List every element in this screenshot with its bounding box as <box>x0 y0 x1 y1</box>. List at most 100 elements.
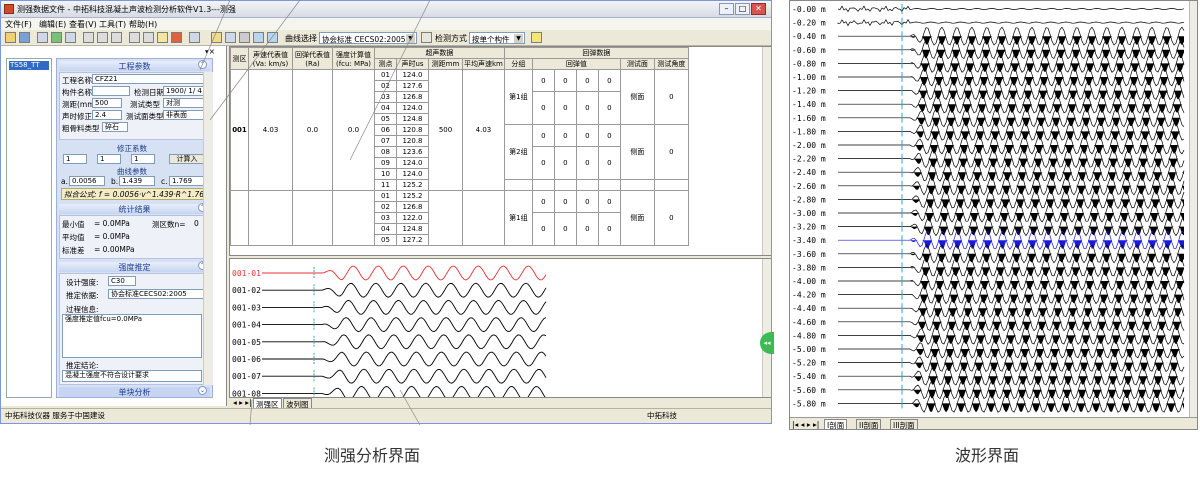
wave-label[interactable]: 001-04 <box>232 321 261 330</box>
wave-label[interactable]: 001-07 <box>232 372 261 381</box>
conclusion-text[interactable]: 混凝土强度不符合设计要求 <box>62 370 202 382</box>
panel-scrollbar[interactable] <box>203 72 213 385</box>
time-cell[interactable]: 124.8 <box>396 113 429 125</box>
waveform-trace[interactable] <box>838 40 1185 60</box>
copy-icon[interactable] <box>97 32 108 43</box>
empty-cell[interactable] <box>462 190 505 246</box>
rebound-value-cell[interactable]: 0 <box>531 124 555 147</box>
doc-icon[interactable] <box>225 32 236 43</box>
wave-label[interactable]: 001-08 <box>232 389 261 398</box>
point-cell[interactable]: 03 <box>374 212 397 224</box>
expand-icon[interactable]: ⌄ <box>198 386 207 395</box>
time-cell[interactable]: 122.0 <box>396 212 429 224</box>
rebound-value-cell[interactable]: 0 <box>575 69 599 92</box>
rebound-value-cell[interactable]: 0 <box>575 212 599 246</box>
folder-icon[interactable] <box>211 32 222 43</box>
time-cell[interactable]: 120.8 <box>396 124 429 136</box>
settings-icon[interactable] <box>157 32 168 43</box>
rebound-value-cell[interactable]: 0 <box>553 124 577 147</box>
time-cell[interactable]: 127.2 <box>396 234 429 246</box>
paste-icon[interactable] <box>111 32 122 43</box>
rebound-value-cell[interactable]: 0 <box>597 190 621 213</box>
process-text[interactable]: 强度推定值fcu=0.0MPa <box>62 314 202 358</box>
time-cell[interactable]: 125.2 <box>396 179 429 191</box>
time-cell[interactable]: 124.0 <box>396 69 429 81</box>
waveform-trace[interactable] <box>838 393 1185 413</box>
empty-cell[interactable] <box>653 179 689 191</box>
menu-file[interactable]: 文件(F) <box>5 19 32 30</box>
waveform-trace[interactable] <box>837 18 1185 27</box>
rebound-value-cell[interactable]: 0 <box>597 212 621 246</box>
empty-cell[interactable] <box>428 190 463 246</box>
date-field[interactable]: 1900/ 1/ 4 <box>163 86 207 96</box>
empty-cell[interactable] <box>619 179 655 191</box>
rebound-value-cell[interactable]: 0 <box>531 212 555 246</box>
time-cell[interactable]: 124.0 <box>396 157 429 169</box>
compute-button[interactable]: 计算入 <box>169 154 205 164</box>
wave-label[interactable]: 001-06 <box>232 355 261 364</box>
empty-cell[interactable] <box>575 179 599 191</box>
angle-cell[interactable]: 0 <box>653 124 689 180</box>
time-cell[interactable]: 126.8 <box>396 91 429 103</box>
point-cell[interactable]: 01 <box>374 190 397 202</box>
strength-cell[interactable]: 0.0 <box>332 69 375 191</box>
mode-select[interactable]: 按单个构件 <box>469 32 525 44</box>
group-cell[interactable] <box>503 179 533 191</box>
tab-nav-icons[interactable]: ◂ ▸ ▸| <box>233 398 252 407</box>
section-block-analysis[interactable]: 单块分析 ⌄ <box>59 386 210 397</box>
point-cell[interactable]: 06 <box>374 124 397 136</box>
waveform-trace[interactable] <box>838 135 1185 155</box>
menu-help[interactable]: 帮助(H) <box>129 19 157 30</box>
rebound-value-cell[interactable]: 0 <box>553 212 577 246</box>
table-icon[interactable] <box>65 32 76 43</box>
table-row[interactable]: 01 125.2 第1组 0 0 0 0 侧面 0 <box>230 190 689 246</box>
waveform-trace[interactable] <box>838 162 1185 182</box>
coef-field[interactable]: 2.4 <box>92 110 122 120</box>
tab-profile-3[interactable]: III剖面 <box>890 419 918 429</box>
time-cell[interactable]: 124.0 <box>396 168 429 180</box>
face-cell[interactable]: 侧面 <box>619 69 655 125</box>
point-cell[interactable]: 03 <box>374 91 397 103</box>
menu-tools[interactable]: 工具(T) <box>99 19 126 30</box>
tab-profile-2[interactable]: II剖面 <box>856 419 882 429</box>
waveform-trace[interactable] <box>838 26 1185 46</box>
rebound-cell[interactable]: 0.0 <box>292 69 333 191</box>
rebound-value-cell[interactable]: 0 <box>575 146 599 180</box>
correction-field-1[interactable]: 1 <box>63 154 87 164</box>
waveform-trace[interactable] <box>838 53 1185 73</box>
time-cell[interactable]: 120.8 <box>396 135 429 147</box>
help-icon[interactable] <box>531 32 542 43</box>
empty-cell[interactable] <box>230 190 249 246</box>
velocity-cell[interactable]: 4.03 <box>248 69 293 191</box>
basis-select[interactable]: 协会标准CECS02:2005 <box>108 289 206 299</box>
export-icon[interactable] <box>51 32 62 43</box>
distance-cell[interactable]: 500 <box>428 69 463 191</box>
waveform-trace[interactable] <box>838 203 1185 223</box>
minimize-button[interactable]: – <box>719 3 734 15</box>
collapse-icon[interactable]: ⌃ <box>198 60 207 69</box>
time-cell[interactable]: 127.6 <box>396 80 429 92</box>
empty-cell[interactable] <box>332 190 375 246</box>
grade-select[interactable]: C30 <box>108 276 136 286</box>
rebound-value-cell[interactable]: 0 <box>553 69 577 92</box>
wave-label[interactable]: 001-02 <box>232 286 261 295</box>
angle-cell[interactable]: 0 <box>653 190 689 246</box>
rebound-value-cell[interactable]: 0 <box>597 91 621 125</box>
empty-cell[interactable] <box>553 179 577 191</box>
waveform-trace[interactable] <box>838 366 1185 386</box>
empty-cell[interactable] <box>531 179 555 191</box>
table-scrollbar[interactable] <box>762 47 771 255</box>
avg-velocity-cell[interactable]: 4.03 <box>462 69 505 191</box>
tool-icon[interactable] <box>189 32 200 43</box>
waveform-scrollbar[interactable] <box>1189 1 1197 417</box>
point-cell[interactable]: 04 <box>374 102 397 114</box>
distance-field[interactable]: 500 <box>92 98 122 108</box>
table-row[interactable]: 001 4.03 0.0 0.0 01 124.0 500 4.03 第1组 0 0 0 0 侧面 0 <box>230 69 689 191</box>
printer-icon[interactable] <box>239 32 250 43</box>
close-button[interactable]: ✕ <box>751 3 766 15</box>
point-cell[interactable]: 10 <box>374 168 397 180</box>
time-cell[interactable]: 124.0 <box>396 102 429 114</box>
face-cell[interactable]: 侧面 <box>619 190 655 246</box>
point-cell[interactable]: 11 <box>374 179 397 191</box>
surface-select[interactable]: 非表面 <box>163 110 207 120</box>
